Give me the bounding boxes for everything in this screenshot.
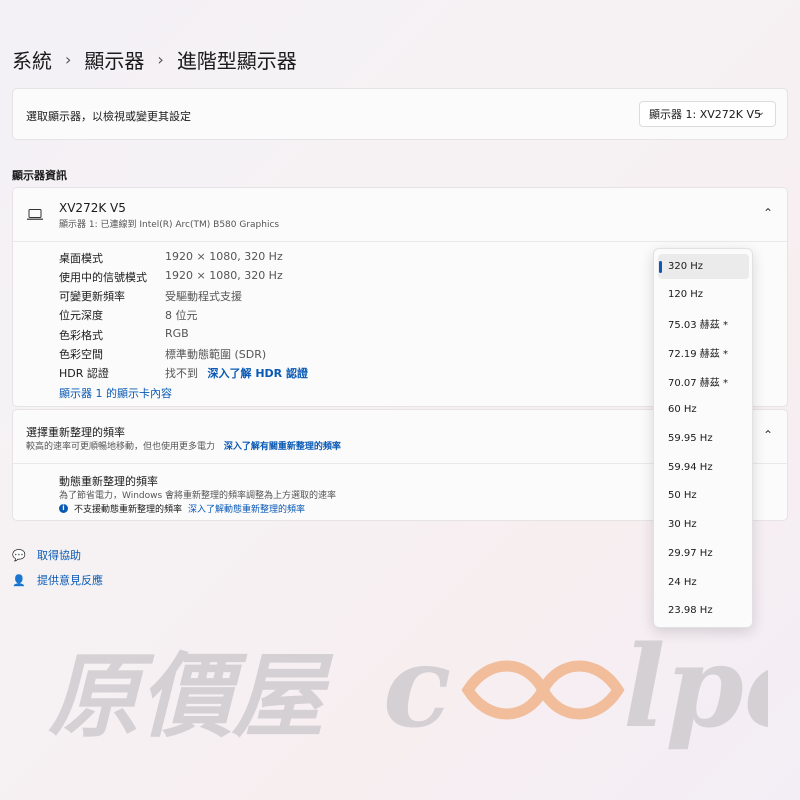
info-value: 8 位元 — [165, 309, 198, 322]
breadcrumb-separator: › — [65, 49, 72, 69]
monitor-name: XV272K V5 — [59, 201, 126, 215]
feedback-icon: 👤 — [12, 573, 26, 587]
breadcrumb: 系統 › 顯示器 › 進階型顯示器 — [12, 44, 297, 74]
hdr-value: 找不到 — [165, 367, 198, 380]
info-value: 1920 × 1080, 320 Hz — [165, 269, 283, 282]
display-selector-label: 選取顯示器，以檢視或變更其設定 — [26, 110, 191, 123]
menu-item-72hz[interactable]: 72.19 赫茲 * — [658, 340, 749, 365]
info-value: RGB — [165, 327, 189, 340]
watermark-infinity-mark — [461, 660, 625, 720]
dynamic-refresh-info: i 不支援動態重新整理的頻率 深入了解動態重新整理的頻率 — [59, 502, 305, 515]
breadcrumb-system[interactable]: 系統 — [12, 45, 52, 74]
dynamic-refresh-subtitle: 為了節省電力，Windows 會將重新整理的頻率調整為上方選取的速率 — [59, 491, 337, 501]
info-key: 色彩格式 — [59, 329, 103, 342]
info-value: 受驅動程式支援 — [165, 290, 242, 303]
info-icon: i — [59, 504, 68, 513]
breadcrumb-separator: › — [157, 49, 164, 69]
menu-item-24hz[interactable]: 24 Hz — [658, 570, 749, 595]
dynamic-refresh-unsupported: 不支援動態重新整理的頻率 — [74, 505, 183, 515]
refresh-rate-menu[interactable]: 320 Hz 120 Hz 75.03 赫茲 * 72.19 赫茲 * 70.0… — [653, 248, 753, 628]
refresh-rate-learn-more-link[interactable]: 深入了解有關重新整理的頻率 — [224, 442, 341, 452]
menu-item-5994hz[interactable]: 59.94 Hz — [658, 455, 749, 480]
menu-item-5995hz[interactable]: 59.95 Hz — [658, 426, 749, 451]
watermark-logo: 原價屋 c lpc — [48, 628, 768, 753]
menu-item-2398hz[interactable]: 23.98 Hz — [658, 598, 749, 623]
get-help-label: 取得協助 — [37, 549, 81, 562]
refresh-rate-title: 選擇重新整理的頻率 — [26, 426, 125, 439]
menu-item-320hz[interactable]: 320 Hz — [658, 254, 749, 279]
refresh-rate-subtitle: 較高的速率可更順暢地移動，但也使用更多電力 — [26, 442, 216, 452]
chevron-up-icon[interactable]: ⌃ — [763, 206, 773, 220]
info-value: 1920 × 1080, 320 Hz — [165, 250, 283, 263]
page-title: 進階型顯示器 — [176, 48, 297, 73]
watermark-lpc: lpc — [623, 628, 768, 753]
laptop-icon — [27, 209, 43, 220]
menu-item-120hz[interactable]: 120 Hz — [658, 282, 749, 307]
menu-item-75hz[interactable]: 75.03 赫茲 * — [658, 311, 749, 336]
display-selector-card: 選取顯示器，以檢視或變更其設定 顯示器 1: XV272K V5 ⌄ — [12, 88, 788, 140]
info-key: 位元深度 — [59, 309, 103, 322]
display-info-header[interactable]: XV272K V5 顯示器 1: 已連線到 Intel(R) Arc(TM) B… — [13, 188, 787, 242]
menu-item-60hz[interactable]: 60 Hz — [658, 397, 749, 422]
help-chat-icon: 💬 — [12, 548, 26, 562]
info-value: 標準動態範圍 (SDR) — [165, 348, 267, 361]
display-selector-value: 顯示器 1: XV272K V5 — [649, 108, 761, 121]
breadcrumb-display[interactable]: 顯示器 — [84, 45, 144, 74]
menu-item-2997hz[interactable]: 29.97 Hz — [658, 541, 749, 566]
monitor-subtitle: 顯示器 1: 已連線到 Intel(R) Arc(TM) B580 Graphi… — [59, 220, 280, 230]
display-selector-dropdown[interactable]: 顯示器 1: XV272K V5 ⌄ — [639, 101, 776, 127]
info-key: 使用中的信號模式 — [59, 271, 147, 284]
info-key: 色彩空間 — [59, 348, 103, 361]
info-key: 可變更新頻率 — [59, 290, 125, 303]
menu-item-30hz[interactable]: 30 Hz — [658, 512, 749, 537]
chevron-down-icon: ⌄ — [756, 107, 765, 118]
watermark-cjk-text: 原價屋 — [48, 642, 334, 750]
info-key: HDR 認證 — [59, 367, 109, 380]
menu-item-70hz[interactable]: 70.07 赫茲 * — [658, 369, 749, 394]
dynamic-refresh-title: 動態重新整理的頻率 — [59, 475, 158, 488]
give-feedback-link[interactable]: 👤 提供意見反應 — [12, 572, 103, 588]
give-feedback-label: 提供意見反應 — [37, 574, 103, 587]
watermark-c: c — [383, 628, 451, 753]
get-help-link[interactable]: 💬 取得協助 — [12, 547, 81, 563]
chevron-up-icon[interactable]: ⌃ — [763, 428, 773, 442]
hdr-learn-more-link[interactable]: 深入了解 HDR 認證 — [208, 367, 308, 380]
menu-item-50hz[interactable]: 50 Hz — [658, 483, 749, 508]
section-title-display-info: 顯示器資訊 — [12, 169, 67, 182]
info-key: 桌面模式 — [59, 252, 103, 265]
dynamic-refresh-learn-more-link[interactable]: 深入了解動態重新整理的頻率 — [188, 502, 305, 515]
adapter-properties-link[interactable]: 顯示器 1 的顯示卡內容 — [59, 385, 172, 401]
